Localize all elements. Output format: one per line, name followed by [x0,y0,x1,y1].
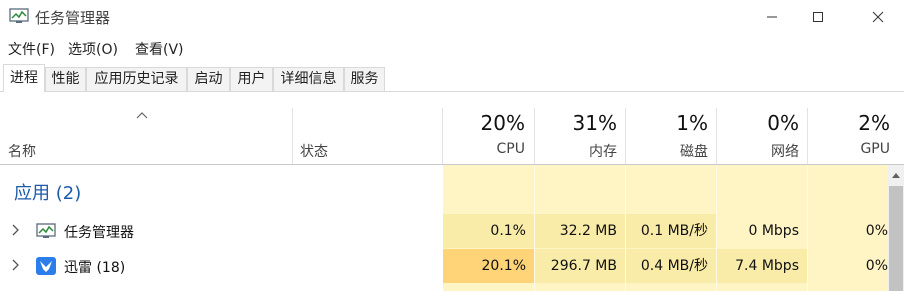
column-divider[interactable] [292,108,293,164]
menu-view[interactable]: 查看(V) [135,39,184,59]
chevron-right-icon[interactable] [11,259,21,271]
close-icon [872,11,884,22]
xunlei-icon [36,257,56,275]
task-manager-icon [36,223,56,238]
tab-strip: 进程 性能 应用历史记录 启动 用户 详细信息 服务 [0,63,904,92]
gpu-cell: 0% [808,249,888,283]
tab-startup[interactable]: 启动 [187,67,230,91]
column-cpu-header[interactable]: CPU [443,141,525,157]
table-row[interactable]: 迅雷 (18) 20.1% 296.7 MB 0.4 MB/秒 7.4 Mbps… [0,249,888,283]
column-memory-header[interactable]: 内存 [535,141,617,161]
network-cell: 0 Mbps [717,214,807,248]
network-cell: 7.4 Mbps [717,249,807,283]
disk-cell: 0.1 MB/秒 [626,214,716,248]
tab-users[interactable]: 用户 [230,67,273,91]
process-name: 任务管理器 [64,225,134,241]
title-bar: 任务管理器 [0,0,904,33]
cpu-total-percent: 20% [480,111,525,135]
menu-options[interactable]: 选项(O) [68,39,118,59]
disk-total-percent: 1% [676,111,708,135]
column-status-header[interactable]: 状态 [300,141,328,161]
task-manager-app-icon [9,8,29,23]
vertical-scrollbar[interactable] [888,165,904,291]
column-network-header[interactable]: 网络 [717,141,799,161]
memory-total-percent: 31% [572,111,617,135]
disk-cell: 0.4 MB/秒 [626,249,716,283]
chevron-right-icon[interactable] [11,224,21,236]
cpu-cell: 0.1% [443,214,534,248]
group-header-apps: 应用 (2) [14,183,82,204]
process-list: 应用 (2) 任务管理器 0.1% 32.2 MB 0.1 MB/秒 0 Mbp… [0,165,904,291]
memory-cell: 296.7 MB [535,249,625,283]
window-title: 任务管理器 [35,9,111,27]
close-button[interactable] [855,0,901,33]
scroll-up-arrow-icon[interactable] [891,171,901,179]
gpu-cell: 0% [808,214,888,248]
table-row[interactable]: 任务管理器 0.1% 32.2 MB 0.1 MB/秒 0 Mbps 0% [0,214,888,248]
scroll-thumb[interactable] [889,186,903,291]
menu-file[interactable]: 文件(F) [8,39,55,59]
gpu-total-percent: 2% [858,111,890,135]
column-disk-header[interactable]: 磁盘 [626,141,708,161]
tab-performance[interactable]: 性能 [45,67,86,91]
column-gpu-header[interactable]: GPU [808,141,890,157]
process-name: 迅雷 (18) [64,260,126,276]
network-total-percent: 0% [767,111,799,135]
tab-services[interactable]: 服务 [344,67,385,91]
sort-up-icon[interactable] [136,111,148,119]
column-name-header[interactable]: 名称 [8,141,36,161]
minimize-icon [767,16,777,17]
maximize-icon [813,11,823,22]
minimize-button[interactable] [749,0,795,33]
cpu-cell: 20.1% [443,249,534,283]
tab-app-history[interactable]: 应用历史记录 [86,67,187,91]
memory-cell: 32.2 MB [535,214,625,248]
tab-details[interactable]: 详细信息 [273,67,344,91]
column-header-row: 名称 状态 20% CPU 31% 内存 1% 磁盘 0% 网络 2% GPU [0,108,904,165]
maximize-button[interactable] [795,0,841,33]
tab-processes[interactable]: 进程 [3,64,45,92]
